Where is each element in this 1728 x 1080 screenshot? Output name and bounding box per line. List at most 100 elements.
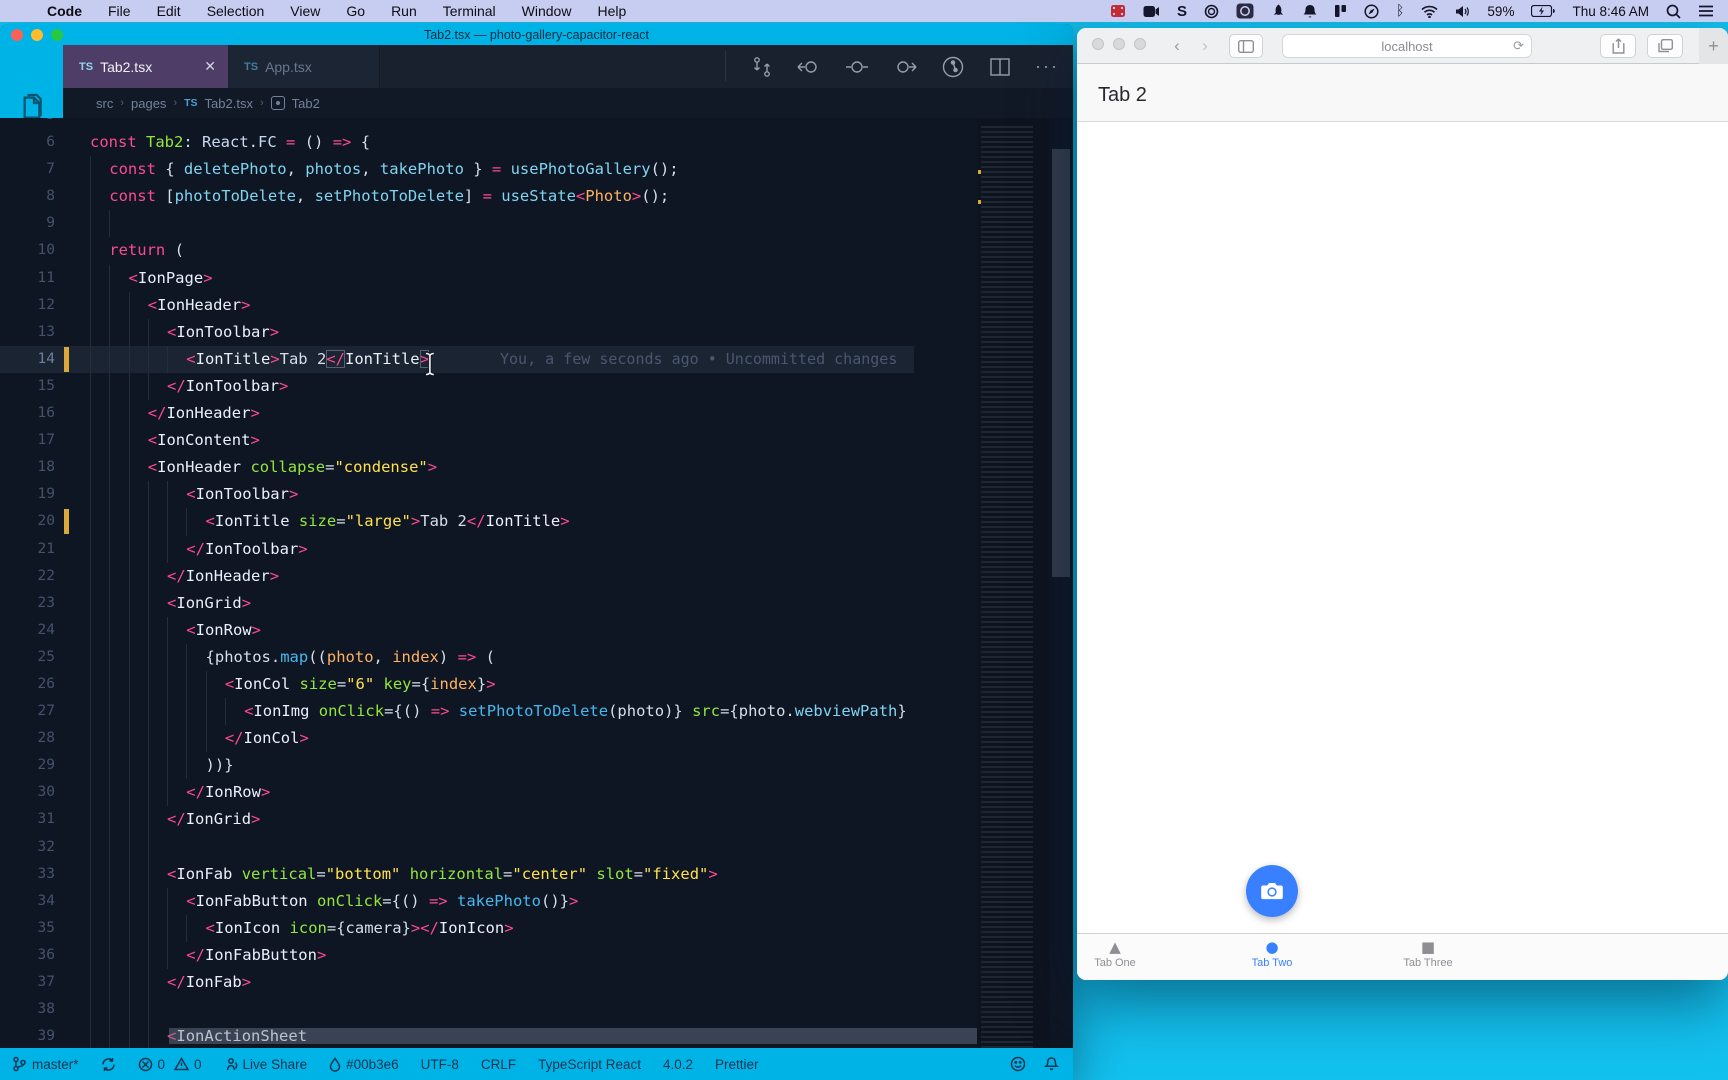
code-line-12[interactable]: 12 <IonHeader>	[0, 291, 914, 319]
minimap[interactable]	[977, 118, 1050, 1048]
code-line-28[interactable]: 28 </IonCol>	[0, 725, 914, 753]
code-line-17[interactable]: 17 <IonContent>	[0, 427, 914, 455]
shush-icon[interactable]: S	[1177, 3, 1187, 20]
problems-item[interactable]: 0 0	[138, 1057, 202, 1072]
rocket-icon[interactable]	[1271, 4, 1286, 19]
sidebar-icon[interactable]	[1229, 34, 1263, 58]
zoom-window-button[interactable]	[51, 28, 63, 41]
menu-terminal[interactable]: Terminal	[430, 0, 509, 22]
code-line-25[interactable]: 25 {photos.map((photo, index) => (	[0, 643, 914, 671]
spotlight-search-icon[interactable]	[1666, 4, 1681, 19]
open-changes-icon[interactable]	[751, 56, 773, 78]
code-line-27[interactable]: 27 <IonImg onClick={() => setPhotoToDelet…	[0, 698, 914, 726]
tab-tab-one[interactable]: ▲ Tab One	[1077, 938, 1160, 969]
code-line-29[interactable]: 29))}	[0, 752, 914, 780]
menu-view[interactable]: View	[277, 0, 333, 22]
breadcrumb-file[interactable]: Tab2.tsx	[205, 96, 253, 111]
url-field[interactable]: localhost ⟳	[1282, 34, 1532, 58]
ionic-version-item[interactable]: 4.0.2	[663, 1057, 693, 1072]
code-line-37[interactable]: 37 </IonFab>	[0, 969, 914, 997]
split-editor-icon[interactable]	[989, 56, 1011, 78]
compass-icon[interactable]	[1364, 3, 1379, 19]
code-line-31[interactable]: 31 </IonGrid>	[0, 806, 914, 834]
record-circle-icon[interactable]	[1204, 4, 1219, 19]
code-line-22[interactable]: 22 </IonHeader>	[0, 562, 914, 590]
encoding-item[interactable]: UTF-8	[421, 1057, 459, 1072]
tab-tab-two[interactable]: ● Tab Two	[1227, 938, 1317, 969]
language-mode-item[interactable]: TypeScript React	[538, 1057, 641, 1072]
code-line-33[interactable]: 33 <IonFab vertical="bottom" horizontal="…	[0, 860, 914, 888]
menu-edit[interactable]: Edit	[144, 0, 194, 22]
reload-icon[interactable]: ⟳	[1513, 38, 1524, 54]
code-line-23[interactable]: 23 <IonGrid>	[0, 589, 914, 617]
code-line-15[interactable]: 15 </IonToolbar>	[0, 372, 914, 401]
code-line-9[interactable]: 9	[0, 210, 914, 238]
feedback-smiley-icon[interactable]	[1010, 1056, 1026, 1072]
menu-help[interactable]: Help	[584, 0, 639, 22]
zoom-window-button[interactable]	[1134, 37, 1146, 50]
wifi-icon[interactable]	[1421, 5, 1439, 18]
eol-item[interactable]: CRLF	[481, 1057, 516, 1072]
code-line-32[interactable]: 32	[0, 833, 914, 861]
previous-change-icon[interactable]	[797, 57, 821, 77]
volume-icon[interactable]	[1455, 5, 1470, 18]
menu-code[interactable]: Code	[34, 0, 95, 22]
code-line-20[interactable]: 20 <IonTitle size="large">Tab 2</IonTitle…	[0, 508, 914, 536]
breadcrumb[interactable]: src › pages › TS Tab2.tsx › Tab2	[63, 88, 1073, 118]
menu-list-icon[interactable]	[1698, 5, 1714, 17]
code-line-30[interactable]: 30 </IonRow>	[0, 779, 914, 807]
breadcrumb-pages[interactable]: pages	[131, 96, 166, 111]
close-window-button[interactable]	[1092, 37, 1104, 50]
vertical-scrollbar[interactable]	[1052, 149, 1070, 577]
code-line-16[interactable]: 16 </IonHeader>	[0, 400, 914, 428]
menu-run[interactable]: Run	[378, 0, 430, 22]
code-line-26[interactable]: 26 <IonCol size="6" key={index}>	[0, 670, 914, 699]
vscode-title-bar[interactable]: Tab2.tsx — photo-gallery-capacitor-react	[0, 24, 1073, 45]
notification-bell-icon[interactable]	[1303, 4, 1317, 19]
git-branch-item[interactable]: master*	[12, 1056, 79, 1072]
window-manager-icon[interactable]	[1236, 3, 1254, 19]
new-tab-button[interactable]: +	[1699, 28, 1728, 64]
menu-file[interactable]: File	[95, 0, 144, 22]
code-line-10[interactable]: 10 return (	[0, 237, 914, 265]
minimize-window-button[interactable]	[1113, 37, 1125, 50]
share-icon[interactable]	[1600, 34, 1636, 58]
camera-fab-button[interactable]	[1246, 865, 1298, 917]
code-line-11[interactable]: 11 <IonPage>	[0, 264, 914, 292]
forward-chevron-icon[interactable]: ›	[1193, 33, 1217, 59]
tab-overview-icon[interactable]	[1647, 34, 1683, 58]
horizontal-scrollbar[interactable]	[169, 1028, 977, 1044]
menu-window[interactable]: Window	[509, 0, 585, 22]
tab-tab2tsx[interactable]: TS Tab2.tsx ✕	[63, 45, 228, 88]
code-line-14[interactable]: 14 <IonTitle>Tab 2</IonTitle> You, a few s…	[0, 345, 914, 373]
code-line-5[interactable]: 5	[0, 118, 914, 129]
code-line-6[interactable]: 6 const Tab2: React.FC = () => {	[0, 129, 914, 156]
split-bars-icon[interactable]	[1334, 4, 1347, 18]
close-window-button[interactable]	[11, 28, 23, 41]
breadcrumb-symbol[interactable]: Tab2	[292, 96, 320, 111]
code-line-24[interactable]: 24 <IonRow>	[0, 616, 914, 644]
code-line-18[interactable]: 18 <IonHeader collapse="condense">	[0, 454, 914, 482]
code-line-34[interactable]: 34 <IonFabButton onClick={() => takePhoto…	[0, 887, 914, 915]
live-share-item[interactable]: Live Share	[224, 1057, 307, 1072]
menu-selection[interactable]: Selection	[194, 0, 278, 22]
minimize-window-button[interactable]	[31, 28, 43, 41]
menu-go[interactable]: Go	[333, 0, 378, 22]
next-change-icon[interactable]	[893, 57, 917, 77]
close-tab-icon[interactable]: ✕	[204, 58, 216, 75]
code-line-13[interactable]: 13 <IonToolbar>	[0, 318, 914, 346]
code-line-7[interactable]: 7 const { deletePhoto, photos, takePhoto …	[0, 156, 914, 184]
code-editor[interactable]: 5 6 const Tab2: React.FC = () => {7 const {…	[0, 118, 1073, 1048]
more-actions-icon[interactable]: ···	[1035, 56, 1059, 77]
breadcrumb-src[interactable]: src	[96, 96, 113, 111]
code-line-21[interactable]: 21 </IonToolbar>	[0, 535, 914, 563]
notifications-bell-icon[interactable]	[1044, 1056, 1059, 1072]
tab-apptsx[interactable]: TS App.tsx	[228, 45, 380, 88]
code-line-38[interactable]: 38	[0, 996, 914, 1024]
menu-clock[interactable]: Thu 8:46 AM	[1572, 4, 1649, 19]
code-line-36[interactable]: 36 </IonFabButton>	[0, 941, 914, 969]
back-chevron-icon[interactable]: ‹	[1165, 33, 1189, 59]
url-text[interactable]: localhost	[1381, 39, 1432, 54]
tab-tab-three[interactable]: ■ Tab Three	[1383, 938, 1473, 969]
code-line-35[interactable]: 35 <IonIcon icon={camera}></IonIcon>	[0, 914, 914, 942]
